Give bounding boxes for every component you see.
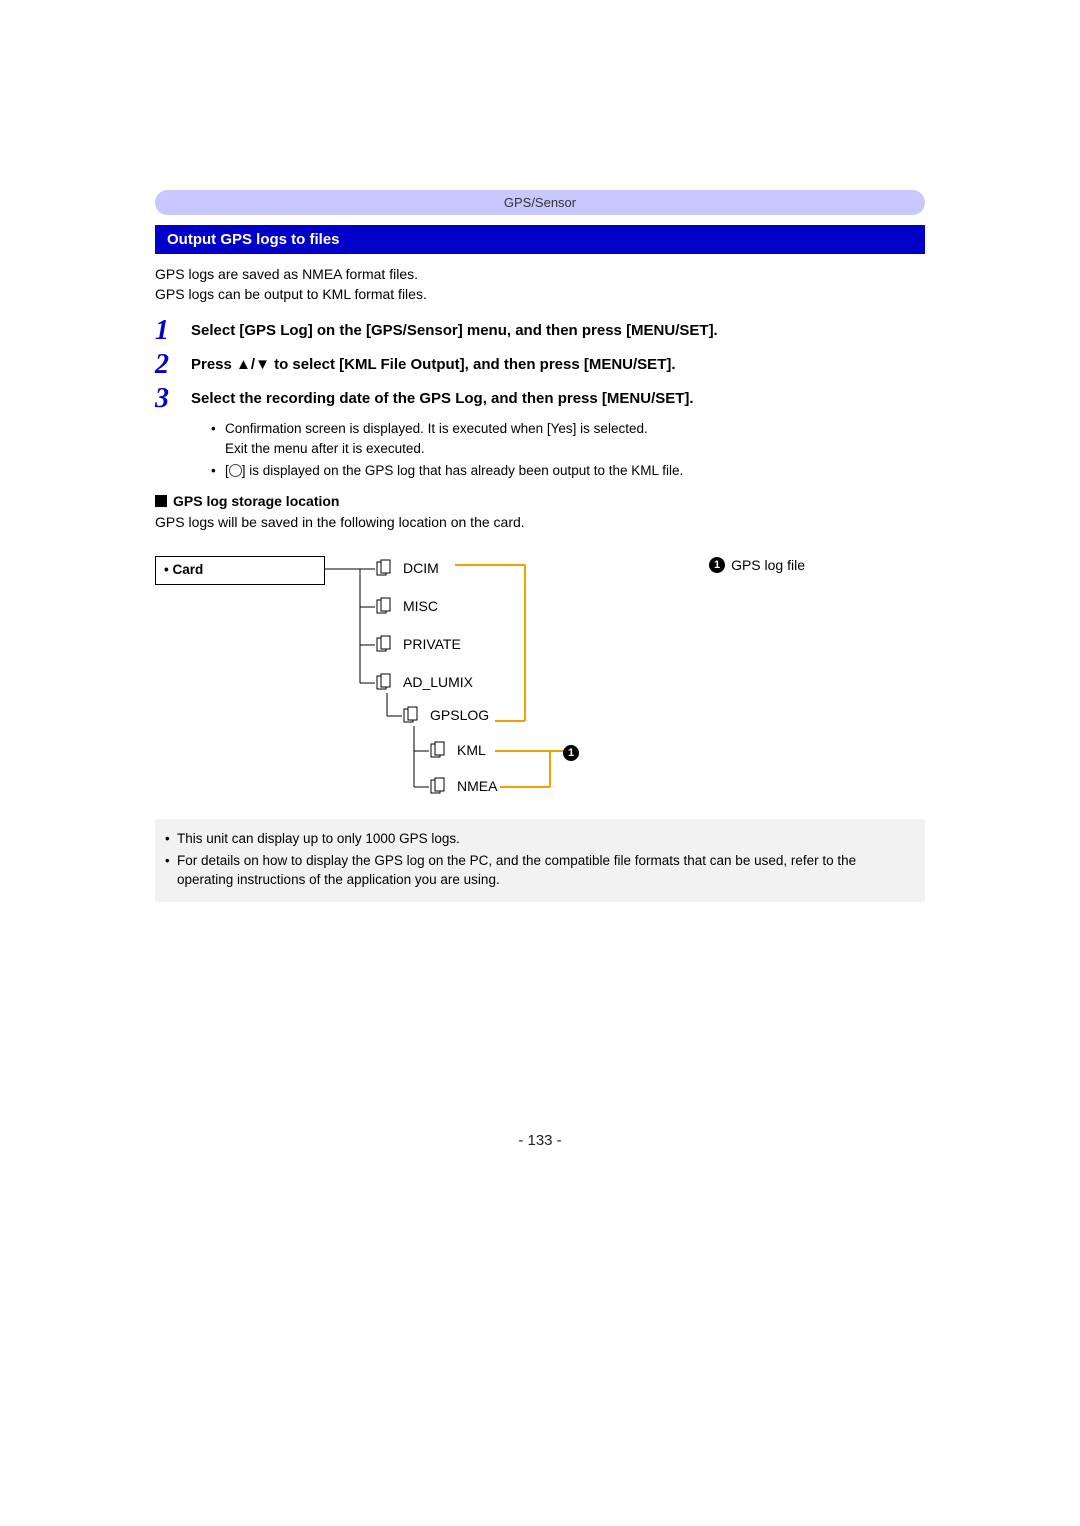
step-text-prefix: Press <box>191 356 236 373</box>
step-text: Select the recording date of the GPS Log… <box>191 385 694 409</box>
callout-number-icon: 1 <box>563 745 579 761</box>
step-1: 1 Select [GPS Log] on the [GPS/Sensor] m… <box>155 317 925 345</box>
up-triangle-icon: ▲ <box>236 356 251 373</box>
folder-kml: KML <box>429 741 486 759</box>
step-number: 2 <box>155 351 191 379</box>
section-title: Output GPS logs to files <box>155 225 925 254</box>
sub-bullet: • Confirmation screen is displayed. It i… <box>211 419 925 460</box>
step-2: 2 Press ▲/▼ to select [KML File Output],… <box>155 351 925 379</box>
intro-line: GPS logs are saved as NMEA format files. <box>155 264 925 284</box>
storage-heading: GPS log storage location <box>155 493 925 509</box>
page-number: - 133 - <box>155 1132 925 1149</box>
sub-bullet-text: Confirmation screen is displayed. It is … <box>225 421 648 436</box>
sub-bullet: • [] is displayed on the GPS log that ha… <box>211 461 925 481</box>
folder-label-text: GPSLOG <box>430 707 489 723</box>
tree-lines <box>155 551 885 801</box>
storage-desc: GPS logs will be saved in the following … <box>155 513 925 533</box>
note-text: For details on how to display the GPS lo… <box>177 851 915 890</box>
note-text: This unit can display up to only 1000 GP… <box>177 829 460 849</box>
intro-text: GPS logs are saved as NMEA format files.… <box>155 264 925 305</box>
sub-bullet-text: ] is displayed on the GPS log that has a… <box>242 463 684 478</box>
step-number: 3 <box>155 385 191 413</box>
folder-icon <box>375 635 397 653</box>
step-text: Press ▲/▼ to select [KML File Output], a… <box>191 351 676 375</box>
folder-icon <box>402 706 424 724</box>
breadcrumb: GPS/Sensor <box>155 190 925 215</box>
manual-page: GPS/Sensor Output GPS logs to files GPS … <box>155 190 925 1149</box>
storage-title: GPS log storage location <box>173 493 339 509</box>
folder-icon <box>375 673 397 691</box>
folder-label-text: AD_LUMIX <box>403 674 473 690</box>
folder-label-text: NMEA <box>457 778 497 794</box>
callout-number-icon: 1 <box>709 557 725 573</box>
square-bullet-icon <box>155 495 167 507</box>
folder-misc: MISC <box>375 597 438 615</box>
sub-bullet-text: Exit the menu after it is executed. <box>225 441 425 456</box>
folder-icon <box>375 597 397 615</box>
step-text-suffix: to select [KML File Output], and then pr… <box>270 356 676 373</box>
legend-label: GPS log file <box>731 557 805 573</box>
folder-dcim: DCIM <box>375 559 439 577</box>
legend-entry: 1 GPS log file <box>709 557 805 573</box>
step-text: Select [GPS Log] on the [GPS/Sensor] men… <box>191 317 718 341</box>
note-item: • This unit can display up to only 1000 … <box>165 829 915 849</box>
step-number: 1 <box>155 317 191 345</box>
bullet-dot: • <box>211 419 225 460</box>
sub-bullet-list: • Confirmation screen is displayed. It i… <box>211 419 925 482</box>
notes-box: • This unit can display up to only 1000 … <box>155 819 925 902</box>
down-triangle-icon: ▼ <box>255 356 270 373</box>
bullet-dot: • <box>211 461 225 481</box>
intro-line: GPS logs can be output to KML format fil… <box>155 284 925 304</box>
bullet-dot: • <box>165 829 177 849</box>
folder-icon <box>429 741 451 759</box>
folder-label-text: PRIVATE <box>403 636 461 652</box>
circle-mark-icon <box>229 464 242 477</box>
folder-nmea: NMEA <box>429 777 497 795</box>
folder-adlumix: AD_LUMIX <box>375 673 473 691</box>
folder-gpslog: GPSLOG <box>402 706 489 724</box>
folder-private: PRIVATE <box>375 635 461 653</box>
folder-label-text: MISC <box>403 598 438 614</box>
note-item: • For details on how to display the GPS … <box>165 851 915 890</box>
folder-icon <box>429 777 451 795</box>
callout-marker: 1 <box>563 743 585 761</box>
folder-icon <box>375 559 397 577</box>
bullet-dot: • <box>165 851 177 890</box>
folder-label-text: DCIM <box>403 560 439 576</box>
folder-tree-diagram: Card <box>155 551 885 801</box>
folder-label-text: KML <box>457 742 486 758</box>
step-3: 3 Select the recording date of the GPS L… <box>155 385 925 413</box>
